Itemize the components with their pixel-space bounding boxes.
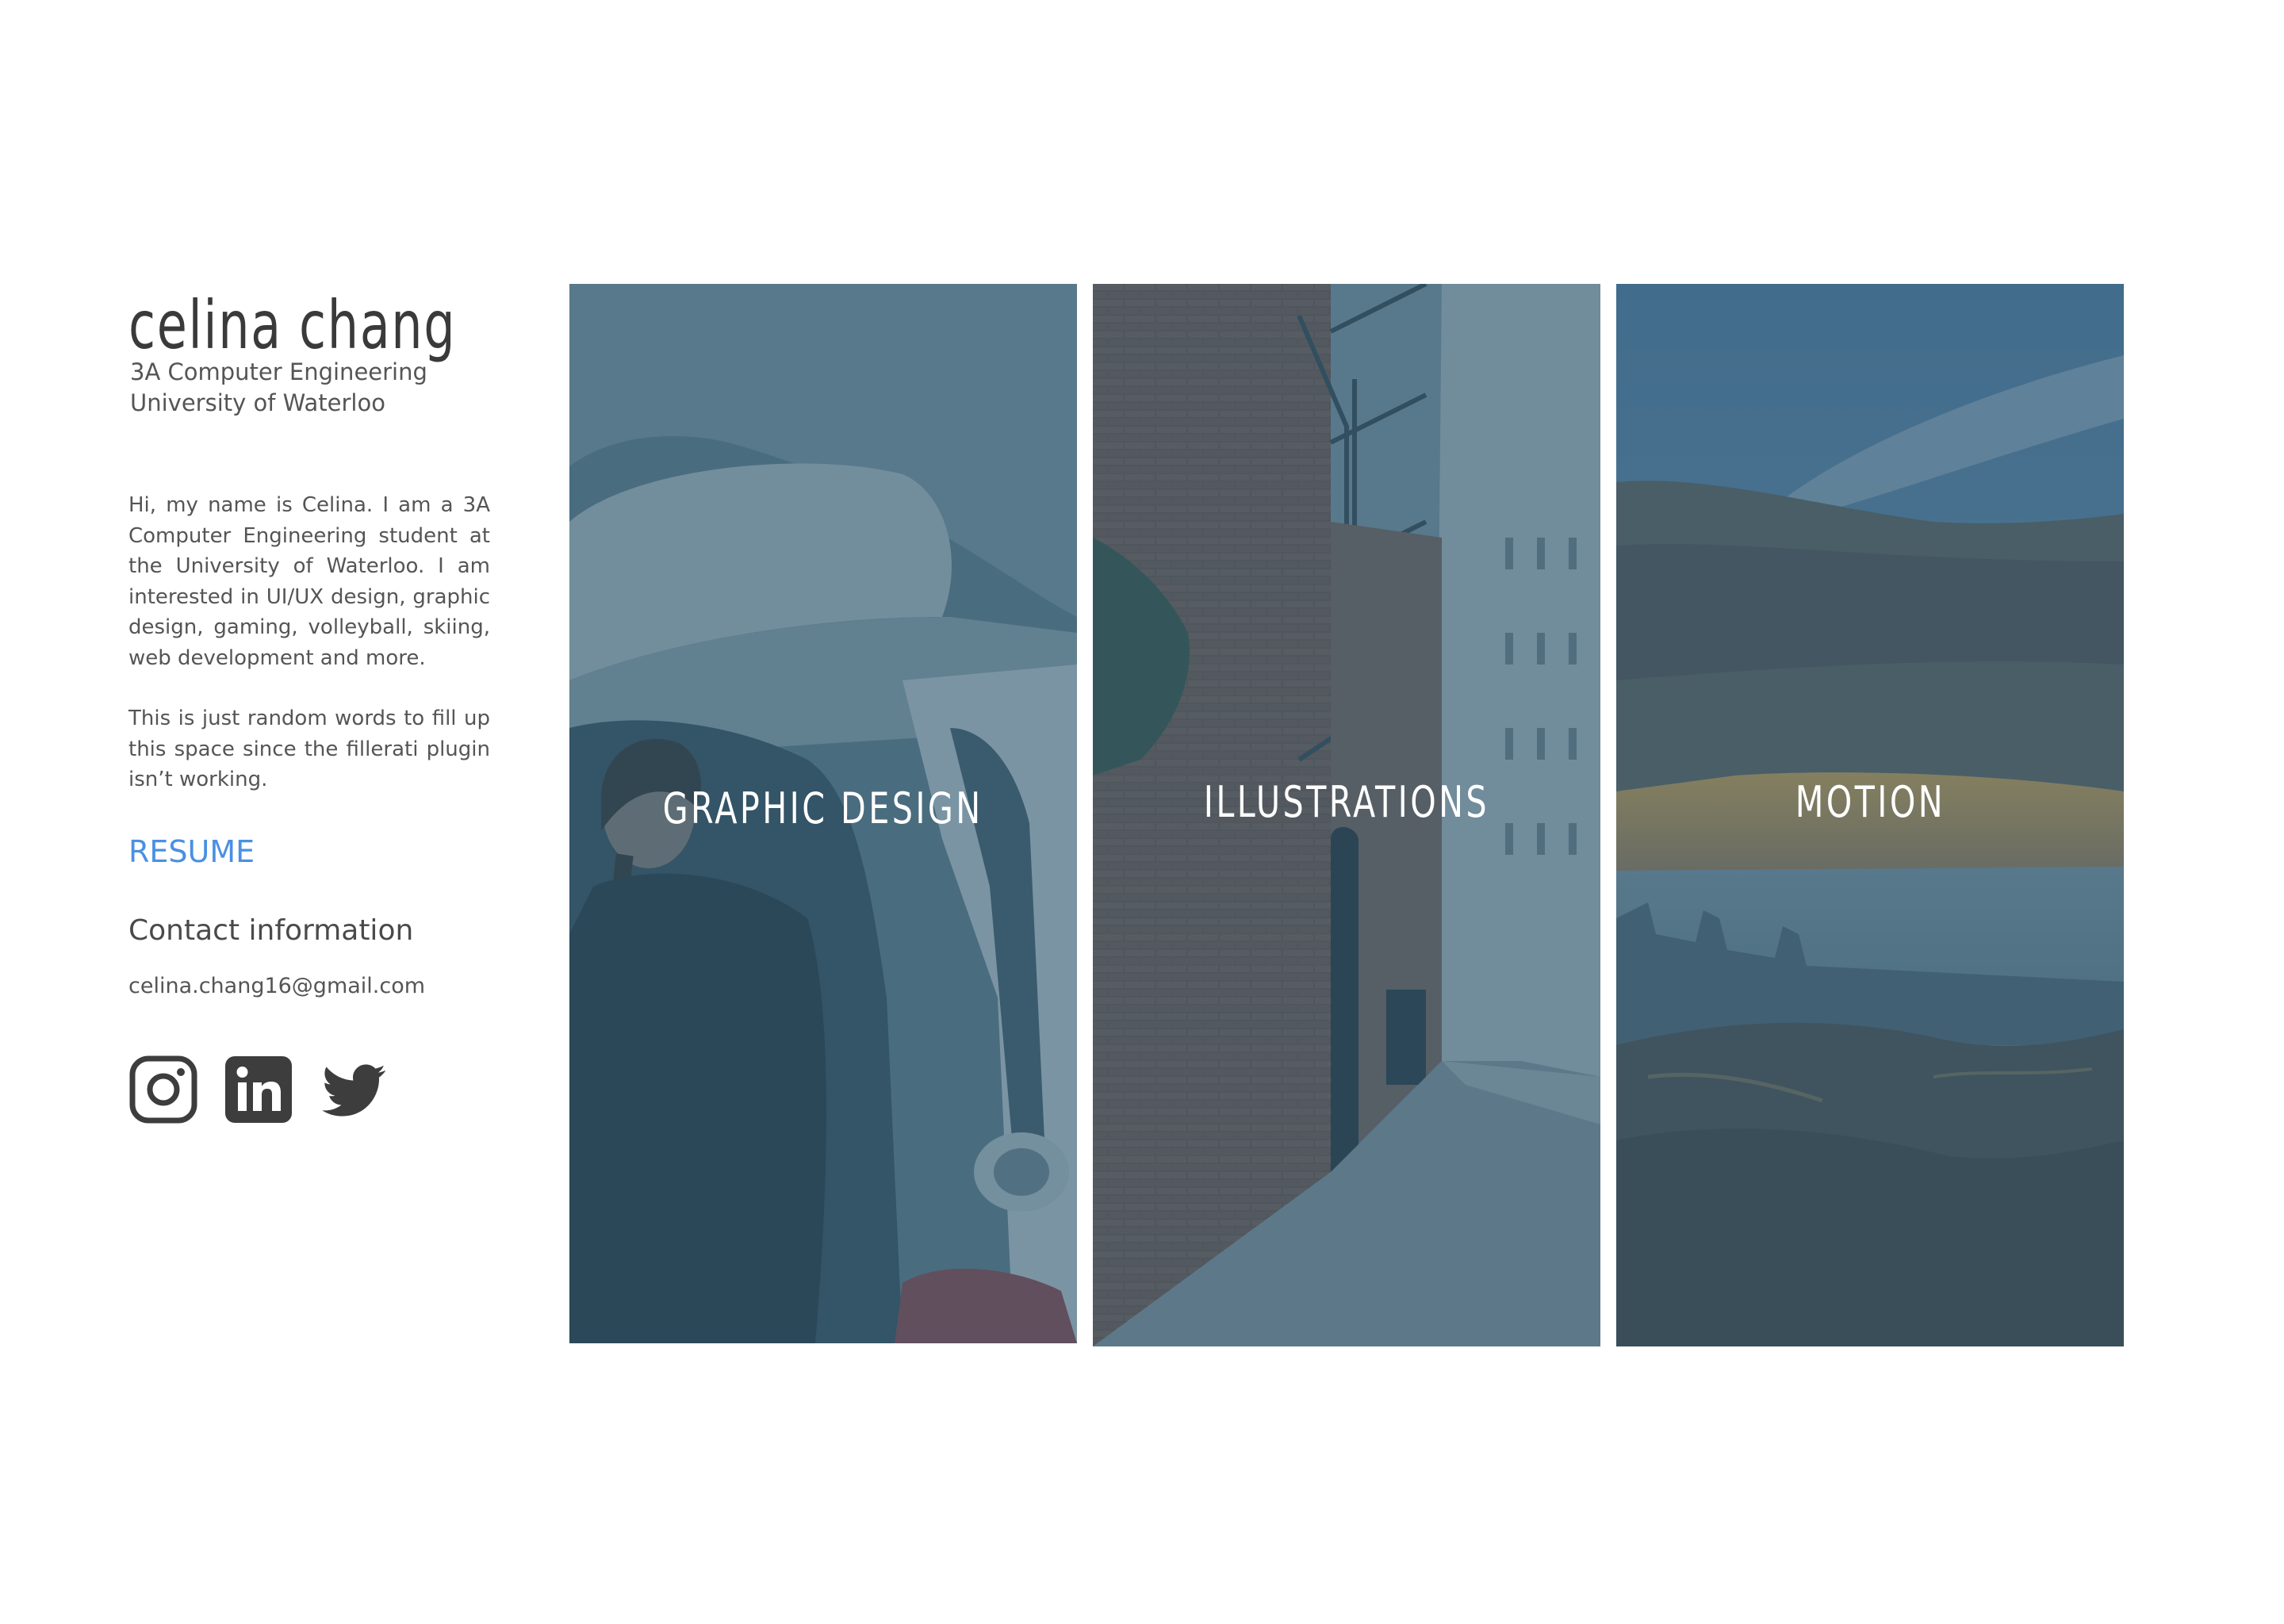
panel-illustrations[interactable]: ILLUSTRATIONS xyxy=(1093,284,1600,1346)
profile-program: 3A Computer Engineering xyxy=(130,358,427,385)
panel-label-graphic-design: GRAPHIC DESIGN xyxy=(663,783,983,833)
instagram-link[interactable] xyxy=(128,1055,198,1124)
twitter-icon xyxy=(322,1064,386,1116)
profile-subtitle: 3A Computer Engineering University of Wa… xyxy=(130,357,427,419)
bio-paragraph-1: Hi, my name is Celina. I am a 3A Compute… xyxy=(128,493,490,670)
panel-motion[interactable]: MOTION xyxy=(1616,284,2124,1346)
twitter-link[interactable] xyxy=(319,1055,389,1124)
profile-school: University of Waterloo xyxy=(130,389,385,416)
panel-label-motion: MOTION xyxy=(1795,777,1945,827)
resume-link[interactable]: RESUME xyxy=(128,833,255,871)
instagram-icon xyxy=(129,1055,197,1124)
panel-label-illustrations: ILLUSTRATIONS xyxy=(1203,777,1490,827)
panel-graphic-design[interactable]: GRAPHIC DESIGN xyxy=(569,284,1077,1343)
linkedin-link[interactable] xyxy=(224,1055,293,1124)
linkedin-icon xyxy=(225,1056,292,1123)
profile-name: celina chang xyxy=(128,286,457,364)
contact-heading: Contact information xyxy=(128,914,414,947)
bio-paragraph-2: This is just random words to fill up thi… xyxy=(128,707,490,791)
email-address[interactable]: celina.chang16@gmail.com xyxy=(128,972,425,1001)
